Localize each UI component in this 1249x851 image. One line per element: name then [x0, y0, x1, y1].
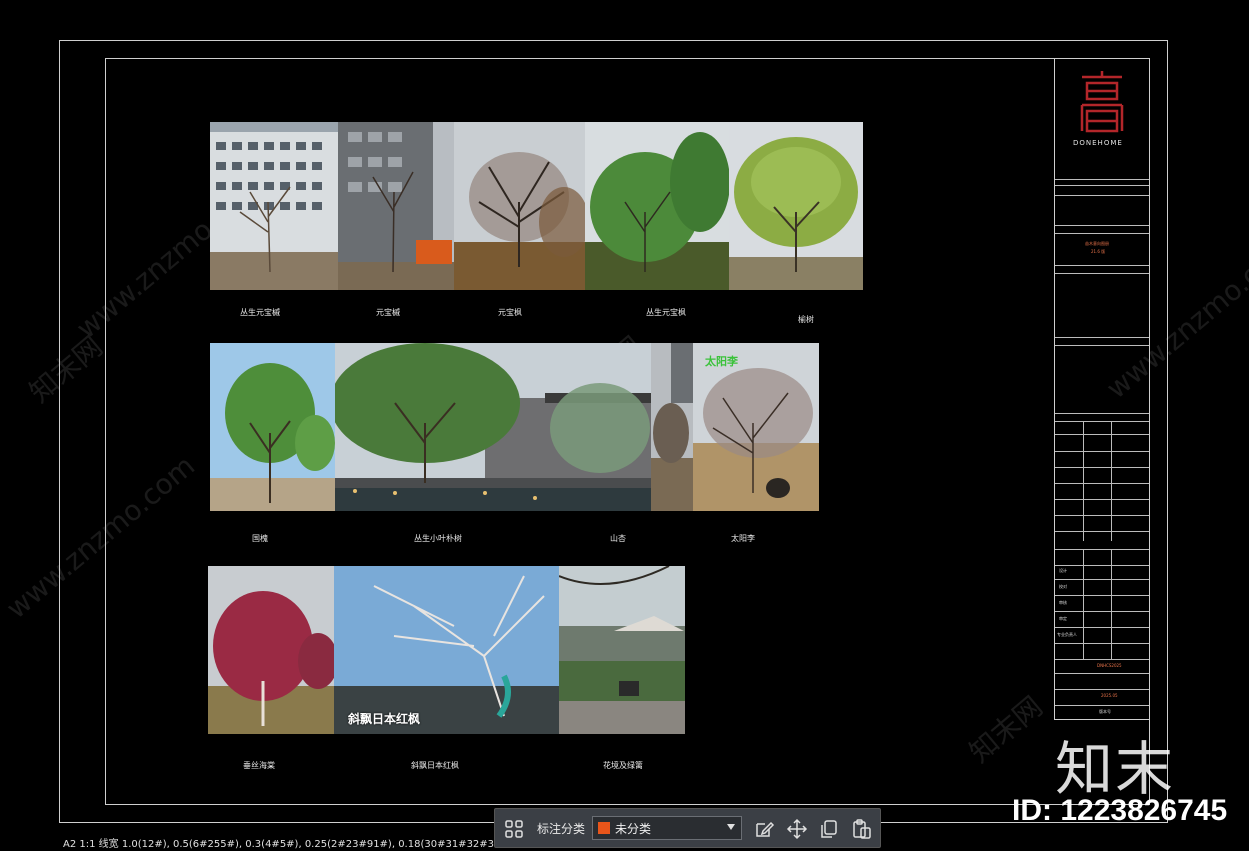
- category-label: 标注分类: [537, 822, 586, 836]
- plant-caption: 丛生元宝槭: [240, 308, 280, 317]
- plant-caption: 元宝槭: [376, 308, 400, 317]
- annotation-toolbar: 标注分类 未分类: [494, 808, 881, 848]
- photo-tree-1: [210, 122, 338, 290]
- title-block: DONEHOME 苗木意向图册 21.6 版 设计 校对 审核 审定 专业负责人…: [1054, 58, 1150, 720]
- photo-tree-2: [338, 122, 454, 290]
- lineweight-status: A2 1:1 线宽 1.0(12#), 0.5(6#255#), 0.3(4#5…: [63, 839, 543, 850]
- copy-icon[interactable]: [818, 818, 840, 840]
- plant-caption: 太阳李: [731, 534, 755, 543]
- plant-caption: 斜飘日本红枫: [411, 761, 459, 770]
- field-label: 专业负责人: [1057, 632, 1077, 637]
- chevron-down-icon: [727, 824, 735, 830]
- field-label: 设计: [1059, 568, 1067, 573]
- photo-tree-4: [585, 122, 729, 290]
- plant-caption: 元宝枫: [498, 308, 522, 317]
- plant-caption: 山杏: [610, 534, 626, 543]
- paste-icon[interactable]: [851, 818, 873, 840]
- photo-tree-12: [559, 566, 685, 734]
- plant-caption: 花境及绿篱: [603, 761, 643, 770]
- project-version: 21.6 版: [1091, 249, 1106, 254]
- category-select-value: 未分类: [615, 822, 652, 836]
- plant-caption: 丛生元宝枫: [646, 308, 686, 317]
- photo-tree-3: [454, 122, 585, 290]
- plant-caption: 丛生小叶朴树: [414, 534, 462, 543]
- grid-icon[interactable]: [503, 818, 525, 840]
- photo-tree-9: 太阳李: [693, 343, 819, 511]
- plant-caption: 垂丝海棠: [243, 761, 275, 770]
- project-name: 苗木意向图册: [1085, 241, 1109, 246]
- photo-tree-8: [651, 343, 693, 511]
- photo-tree-5: [729, 122, 863, 290]
- field-label: 审核: [1059, 600, 1067, 605]
- photo-tree-11: 斜飘日本红枫: [334, 566, 559, 734]
- photo-tree-7: [335, 343, 651, 511]
- category-select[interactable]: 未分类: [592, 816, 742, 840]
- sheet-version: 版本号: [1099, 709, 1111, 714]
- move-icon[interactable]: [786, 818, 808, 840]
- field-label: 校对: [1059, 584, 1067, 589]
- photo-overlay-label: 斜飘日本红枫: [348, 712, 421, 726]
- sheet-number: DNHCS2025: [1097, 663, 1122, 668]
- brand-logo-icon: [1077, 69, 1127, 135]
- sheet-date: 2025.05: [1101, 693, 1118, 698]
- field-label: 审定: [1059, 616, 1067, 621]
- edit-icon[interactable]: [753, 818, 775, 840]
- photo-overlay-label: 太阳李: [705, 355, 738, 368]
- category-color-swatch: [598, 822, 610, 834]
- plant-caption: 国槐: [252, 534, 268, 543]
- plant-caption: 榆树: [798, 315, 814, 324]
- brand-name: DONEHOME: [1073, 139, 1123, 147]
- photo-tree-6: [210, 343, 335, 511]
- photo-tree-10: [208, 566, 334, 734]
- watermark-id: ID: 1223826745: [1012, 794, 1228, 827]
